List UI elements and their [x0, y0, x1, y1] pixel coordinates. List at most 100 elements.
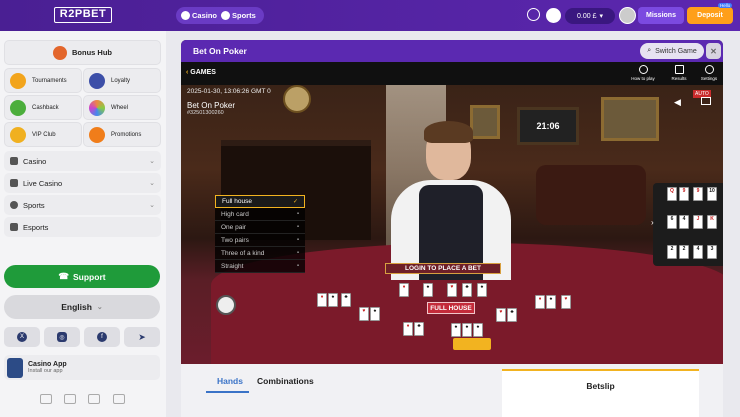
sports-ball-icon: [221, 11, 231, 20]
wall-clock-display: 21:06: [517, 107, 579, 145]
social-facebook[interactable]: f: [84, 327, 120, 347]
playing-card: ♦: [403, 322, 413, 336]
playing-card: ♥: [447, 283, 457, 297]
avatar[interactable]: [619, 7, 636, 24]
playing-card: ♣: [462, 283, 472, 297]
telegram-icon: ➤: [138, 331, 146, 342]
login-to-bet-banner[interactable]: LOGIN TO PLACE A BET: [385, 263, 501, 274]
bonus-hub-button[interactable]: Bonus Hub: [4, 40, 161, 65]
facebook-icon: f: [97, 332, 107, 342]
results-history[interactable]: › Q 9 9 10 6 4 J K 2 2 4 3: [651, 183, 723, 266]
trophy-icon: [10, 72, 26, 89]
sofa: [536, 165, 646, 225]
playing-card: ♣: [507, 308, 517, 322]
playing-card: ♥: [359, 307, 369, 321]
app-subtitle: Install our app: [28, 368, 63, 374]
full-house-label: FULL HOUSE: [427, 302, 475, 314]
hand-option[interactable]: Two pairs ▪: [215, 234, 305, 247]
social-telegram[interactable]: ➤: [124, 327, 160, 347]
lock-icon: ▪: [296, 224, 299, 230]
dual-view-icon[interactable]: [88, 394, 100, 404]
video-icon[interactable]: [701, 97, 711, 105]
chevron-down-icon: ⌄: [149, 202, 155, 209]
grid-view-icon[interactable]: [113, 394, 125, 404]
headset-icon: ☎: [58, 271, 69, 281]
chat-icon[interactable]: [216, 295, 236, 315]
casino-app-banner[interactable]: Casino App Install our app: [4, 355, 160, 380]
search-icon[interactable]: [527, 8, 540, 21]
hand-option[interactable]: Full house ✓: [215, 195, 305, 208]
tile-promotions[interactable]: Promotions: [83, 122, 161, 147]
monitor-icon[interactable]: [64, 394, 76, 404]
hand-option[interactable]: High card ▪: [215, 208, 305, 221]
help-icon: [638, 65, 648, 74]
tile-cashback[interactable]: Cashback: [4, 95, 82, 120]
site-logo[interactable]: R2PBET: [54, 7, 112, 23]
playing-card: ♥: [561, 295, 571, 309]
betslip-title: Betslip: [586, 381, 615, 391]
tile-tournaments[interactable]: Tournaments: [4, 68, 82, 93]
sidebar: Bonus Hub Tournaments Loyalty Cashback W…: [0, 31, 166, 417]
playing-card: ♠: [451, 323, 461, 337]
game-title: Bet On Poker: [193, 46, 247, 56]
missions-button[interactable]: Missions: [638, 7, 684, 24]
settings-button[interactable]: Settings: [697, 65, 721, 81]
sidebar-item-casino[interactable]: Casino ⌄: [4, 151, 161, 171]
speaker-icon[interactable]: ◀: [674, 97, 681, 108]
tile-wheel[interactable]: Wheel: [83, 95, 161, 120]
tab-combinations[interactable]: Combinations: [257, 376, 314, 386]
tab-hands[interactable]: Hands: [217, 376, 243, 386]
bet-area: Hands Combinations Betslip: [181, 364, 723, 417]
language-select[interactable]: English ⌄: [4, 295, 160, 319]
tile-vip-club[interactable]: VIP Club: [4, 122, 82, 147]
social-x[interactable]: X: [4, 327, 40, 347]
app-title: Casino App: [28, 361, 67, 368]
lock-icon: ▪: [296, 250, 299, 256]
game-toolbar: ‹ GAMES How to play Results Settings: [181, 62, 723, 85]
results-button[interactable]: Results: [667, 65, 691, 81]
hand-option[interactable]: Straight ▪: [215, 260, 305, 273]
hand-option[interactable]: Three of a kind ▪: [215, 247, 305, 260]
top-bar: R2PBET Casino Sports 0.00 £ ▾ Missions De…: [0, 0, 740, 31]
wallet-icon: ▾: [599, 13, 603, 20]
playing-card: ♣: [414, 322, 424, 336]
sidebar-item-live-casino[interactable]: Live Casino ⌄: [4, 173, 161, 193]
nav-sports[interactable]: Sports: [221, 11, 256, 20]
nav-casino[interactable]: Casino: [181, 11, 217, 20]
lock-icon: ▪: [296, 263, 299, 269]
wheel-icon: [89, 99, 105, 116]
ball-icon: [10, 201, 18, 209]
percent-icon: [89, 126, 105, 143]
sidebar-item-sports[interactable]: Sports ⌄: [4, 195, 161, 215]
close-icon[interactable]: ✕: [706, 43, 721, 59]
sidebar-item-esports[interactable]: Esports: [4, 217, 161, 237]
balance-display[interactable]: 0.00 £ ▾: [565, 8, 615, 24]
support-button[interactable]: ☎ Support: [4, 265, 160, 288]
crown-icon: [10, 126, 26, 143]
top-nav: Casino Sports: [176, 7, 264, 24]
back-to-games[interactable]: ‹ GAMES: [186, 69, 216, 76]
cash-icon: [10, 99, 26, 116]
playing-card: ♦: [317, 293, 327, 307]
fullscreen-icon[interactable]: [40, 394, 52, 404]
playing-card: ♠: [328, 293, 338, 307]
chevron-right-icon: ›: [651, 218, 654, 227]
deposit-button[interactable]: Deposit: [687, 7, 733, 24]
chevron-down-icon: ⌄: [96, 304, 103, 311]
hand-option[interactable]: One pair ▪: [215, 221, 305, 234]
phone-app-icon: [7, 357, 23, 378]
chevron-down-icon: ⌄: [149, 158, 155, 165]
playing-card: ♠: [477, 283, 487, 297]
instagram-icon: ◎: [57, 332, 67, 342]
social-instagram[interactable]: ◎: [44, 327, 80, 347]
tile-loyalty[interactable]: Loyalty: [83, 68, 161, 93]
playing-card: ♠: [473, 323, 483, 337]
user-icon[interactable]: [546, 8, 561, 23]
dealer: [391, 121, 511, 280]
gear-icon: [704, 65, 714, 74]
live-video[interactable]: 21:06 2025-01-30, 13:06:26 GMT 0 Bet On …: [181, 85, 723, 364]
switch-game-button[interactable]: ⌕ Switch Game: [640, 43, 704, 59]
playing-card: ♠: [423, 283, 433, 297]
chevron-down-icon: ⌄: [149, 180, 155, 187]
how-to-play-button[interactable]: How to play: [631, 65, 655, 81]
